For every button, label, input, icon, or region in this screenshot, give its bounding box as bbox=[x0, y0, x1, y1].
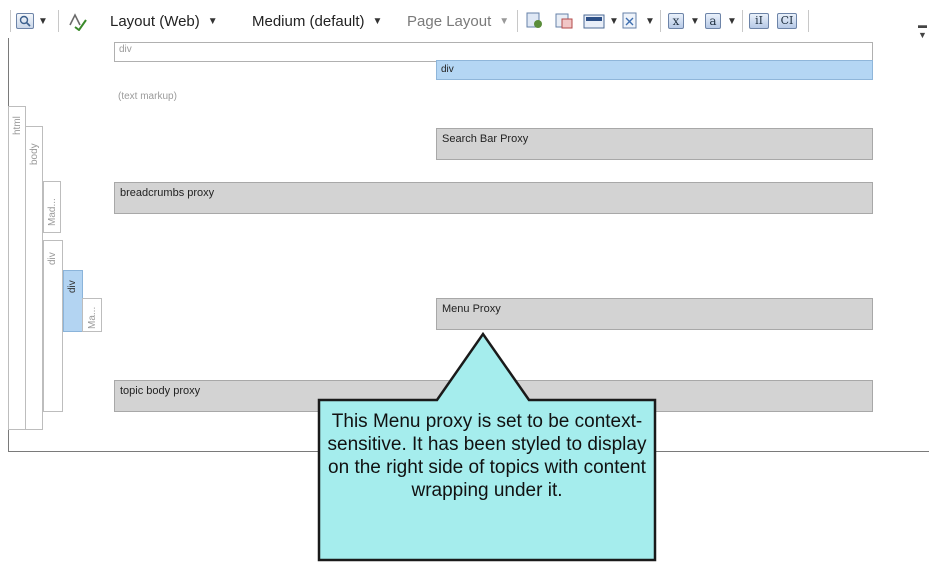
callout-text: This Menu proxy is set to be context-sen… bbox=[327, 411, 647, 501]
